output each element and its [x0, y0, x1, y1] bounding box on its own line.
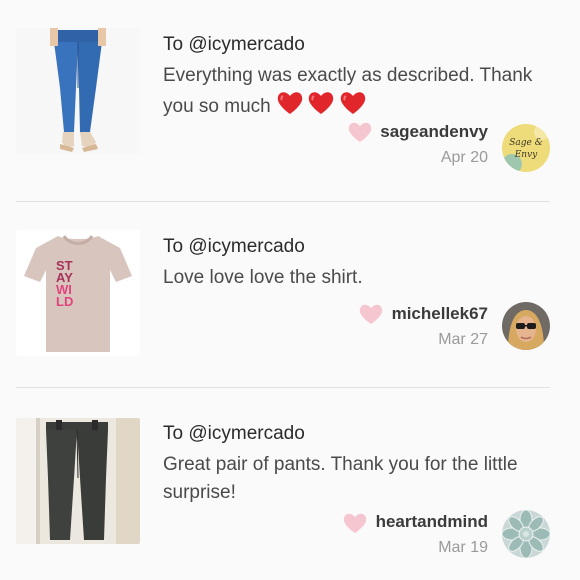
- review-date: Mar 27: [438, 331, 488, 348]
- reviewer-username[interactable]: michellek67: [392, 303, 488, 325]
- review-meta: heartandmind Mar 19: [376, 511, 488, 559]
- user-photo-icon: [502, 302, 550, 350]
- item-thumbnail[interactable]: [16, 28, 140, 154]
- item-thumbnail[interactable]: ST AY WI LD: [16, 230, 140, 356]
- like-heart-icon[interactable]: [347, 120, 373, 144]
- tshirt-photo-icon: ST AY WI LD: [16, 230, 140, 356]
- review-message: Everything was exactly as described. Tha…: [163, 62, 563, 125]
- to-prefix: To: [163, 236, 184, 257]
- review-date: Mar 19: [438, 539, 488, 556]
- jeans-photo-icon: [16, 28, 140, 154]
- recipient-line: To @icymercado: [163, 234, 563, 260]
- red-heart-emoji-icon: [309, 92, 334, 114]
- reviewer-username[interactable]: heartandmind: [376, 511, 488, 533]
- review-feed: To @icymercado Everything was exactly as…: [0, 0, 580, 580]
- review-card: ST AY WI LD To @icymercado Love love lov…: [0, 202, 580, 387]
- recipient-handle[interactable]: @icymercado: [188, 423, 304, 444]
- to-prefix: To: [163, 423, 184, 444]
- recipient-line: To @icymercado: [163, 32, 563, 58]
- reviewer-username[interactable]: sageandenvy: [380, 121, 488, 143]
- red-heart-emoji-icon: [277, 92, 303, 114]
- review-meta: sageandenvy Apr 20: [380, 121, 488, 169]
- reviewer-avatar[interactable]: [502, 510, 550, 558]
- reviewer-avatar[interactable]: [502, 302, 550, 350]
- like-heart-icon[interactable]: [358, 302, 384, 326]
- review-message-text: Love love love the shirt.: [163, 267, 363, 288]
- like-heart-icon[interactable]: [342, 511, 368, 535]
- recipient-handle[interactable]: @icymercado: [188, 236, 304, 257]
- review-card: To @icymercado Everything was exactly as…: [0, 0, 580, 200]
- review-date: Apr 20: [440, 149, 488, 166]
- reviewer-avatar[interactable]: Sage & Envy: [502, 124, 550, 172]
- svg-text:Sage &: Sage &: [509, 138, 543, 148]
- review-message-text: Great pair of pants. Thank you for the l…: [163, 454, 518, 503]
- review-meta: michellek67 Mar 27: [392, 303, 488, 351]
- red-heart-emoji-icon: [340, 92, 365, 114]
- recipient-handle[interactable]: @icymercado: [188, 34, 304, 55]
- succulent-photo-icon: [502, 510, 550, 558]
- svg-text:Envy: Envy: [514, 150, 538, 160]
- recipient-line: To @icymercado: [163, 421, 563, 447]
- review-message: Great pair of pants. Thank you for the l…: [163, 451, 543, 507]
- review-message: Love love love the shirt.: [163, 264, 563, 292]
- to-prefix: To: [163, 34, 184, 55]
- pants-photo-icon: [16, 418, 140, 544]
- review-card: To @icymercado Great pair of pants. Than…: [0, 388, 580, 580]
- item-thumbnail[interactable]: [16, 418, 140, 544]
- sage-envy-logo-icon: Sage & Envy: [502, 124, 550, 172]
- shirt-print-line: LD: [56, 294, 73, 309]
